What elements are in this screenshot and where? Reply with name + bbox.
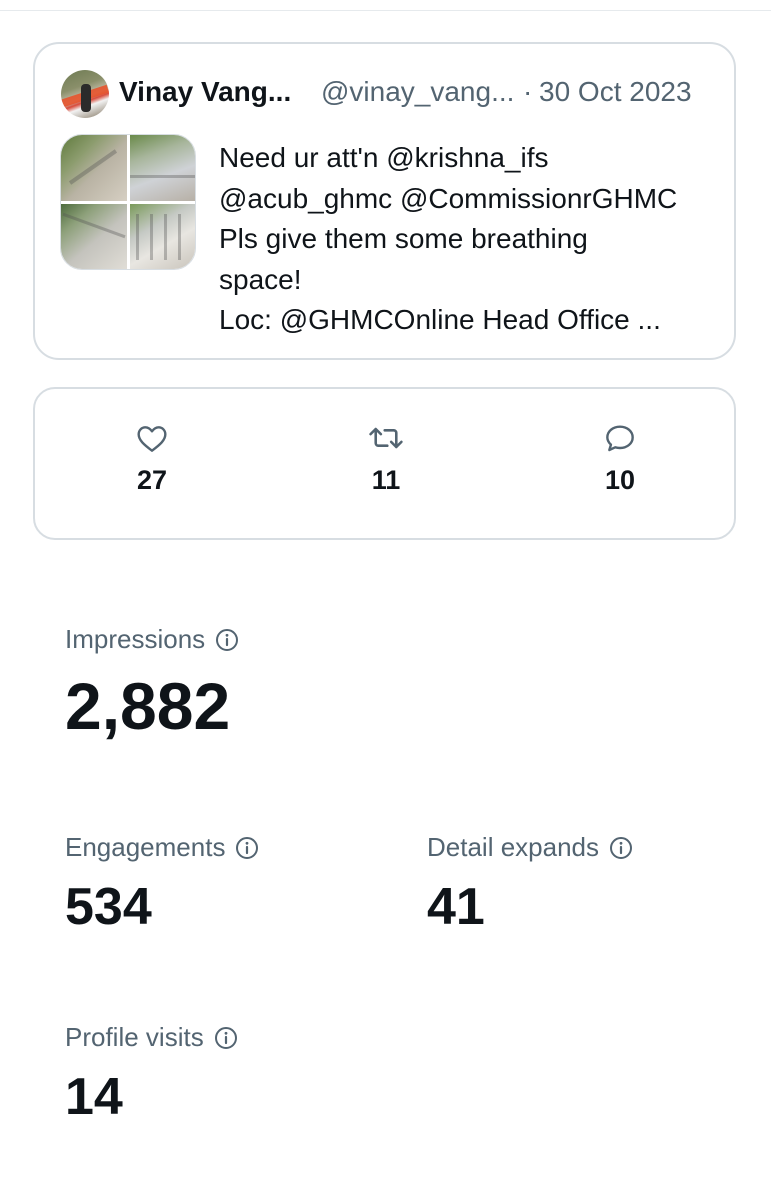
tweet-text: Need ur att'n @krishna_ifs @acub_ghmc @C… xyxy=(219,138,719,341)
top-divider xyxy=(0,0,771,11)
profile-visits-metric: Profile visits 14 xyxy=(65,1022,238,1123)
media-photo[interactable] xyxy=(61,203,127,269)
heart-icon xyxy=(137,426,167,452)
profile-visits-value: 14 xyxy=(65,1068,123,1126)
media-photo[interactable] xyxy=(129,203,195,269)
separator-dot: · xyxy=(523,76,533,107)
repost-stat[interactable]: 11 xyxy=(326,423,446,496)
impressions-value: 2,882 xyxy=(65,669,231,743)
avatar[interactable] xyxy=(61,70,109,118)
info-icon[interactable] xyxy=(609,836,633,860)
engagements-metric: Engagements 534 xyxy=(65,832,259,933)
engagements-value: 534 xyxy=(65,878,152,936)
author-name[interactable]: Vinay Vang... xyxy=(119,76,291,108)
media-grid[interactable] xyxy=(60,134,196,270)
repost-icon xyxy=(369,427,403,449)
info-icon[interactable] xyxy=(214,1026,238,1050)
impressions-metric: Impressions 2,882 xyxy=(65,624,239,739)
author-handle[interactable]: @vinay_vang... xyxy=(321,76,514,108)
tweet-date[interactable]: 30 Oct 2023 xyxy=(539,76,692,108)
tweet-text-line: Need ur att'n @krishna_ifs xyxy=(219,142,549,173)
impressions-label: Impressions xyxy=(65,624,206,654)
like-stat[interactable]: 27 xyxy=(92,423,212,496)
detail-expands-label: Detail expands xyxy=(427,832,599,862)
like-count: 27 xyxy=(136,465,168,495)
tweet-text-line: Loc: @GHMCOnline Head Office ... xyxy=(219,304,661,335)
detail-expands-metric: Detail expands 41 xyxy=(427,832,633,933)
reply-count: 10 xyxy=(604,465,636,495)
tweet-text-line: space! xyxy=(219,263,302,295)
repost-count: 11 xyxy=(371,465,401,495)
info-icon[interactable] xyxy=(215,628,239,652)
media-photo[interactable] xyxy=(61,135,127,201)
info-icon[interactable] xyxy=(235,836,259,860)
engagements-label: Engagements xyxy=(65,832,226,862)
tweet-text-line: @acub_ghmc @CommissionrGHMC xyxy=(219,182,678,214)
engagement-summary-card: 27 11 10 xyxy=(33,387,736,540)
profile-visits-label: Profile visits xyxy=(65,1022,204,1052)
reply-icon xyxy=(606,425,634,452)
quoted-tweet-card[interactable]: Vinay Vang... @vinay_vang... · 30 Oct 20… xyxy=(33,42,736,360)
detail-expands-value: 41 xyxy=(427,878,485,936)
tweet-text-line: Pls give them some breathing xyxy=(219,223,588,254)
reply-stat[interactable]: 10 xyxy=(560,423,680,496)
media-photo[interactable] xyxy=(129,135,195,201)
